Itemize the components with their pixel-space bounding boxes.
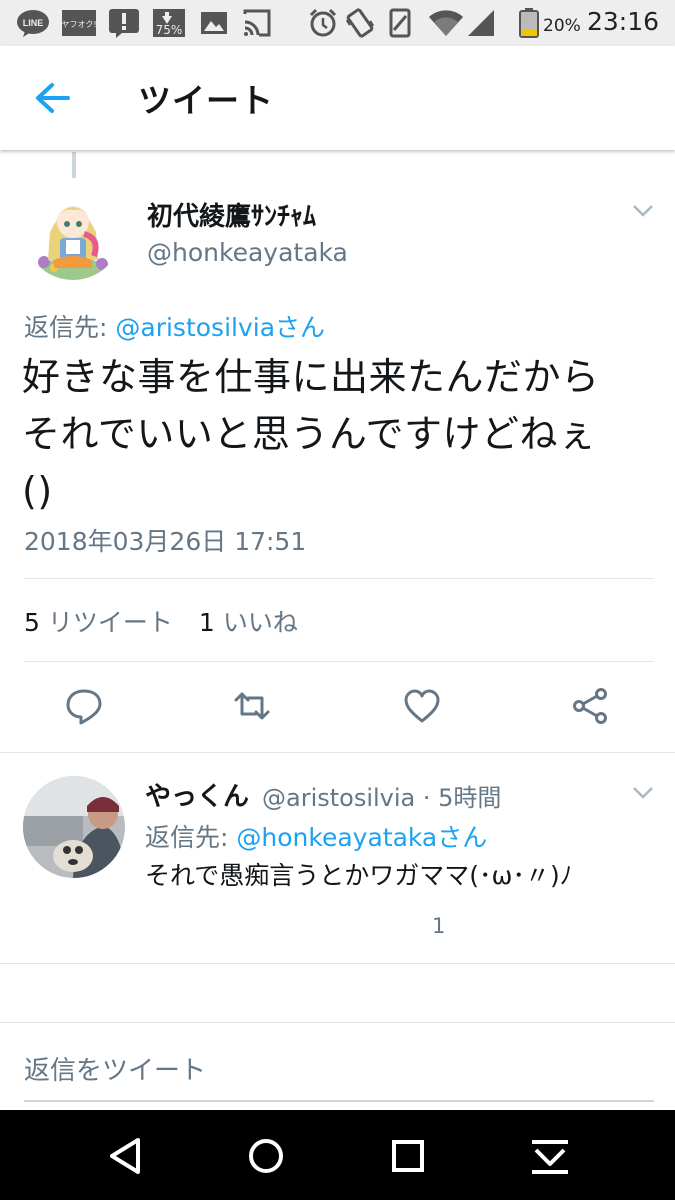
reply-like-count[interactable]: 1 — [432, 914, 445, 938]
tweet-timestamp: 2018年03月26日 17:51 — [24, 527, 307, 556]
battery-percent: 20% — [543, 16, 581, 36]
reply-icon[interactable] — [64, 686, 104, 726]
divider — [0, 1022, 675, 1023]
reply-to: 返信先: @honkeayatakaさん — [145, 818, 487, 854]
tweet-stats: 5 リツイート 1 いいね — [24, 603, 298, 639]
retweet-icon[interactable] — [232, 686, 272, 726]
storage-icon: 75% — [153, 9, 185, 37]
avatar[interactable] — [24, 182, 122, 280]
retweets-label: リツイート — [47, 608, 173, 637]
retweets-stat[interactable]: 5 リツイート — [24, 608, 173, 637]
back-arrow-icon[interactable] — [28, 76, 76, 120]
hide-keyboard-icon[interactable] — [526, 1132, 574, 1180]
tweet-text-line: それでいいと思うんですけどねぇ — [22, 412, 597, 456]
alarm-icon — [309, 8, 337, 37]
wifi-icon — [429, 10, 463, 36]
chevron-down-icon[interactable] — [629, 782, 657, 802]
reply-to-mention[interactable]: @honkeayatakaさん — [236, 823, 487, 852]
vibrate-icon — [345, 8, 375, 38]
home-circle-icon[interactable] — [242, 1132, 290, 1180]
rotate-icon — [389, 8, 411, 38]
likes-label: いいね — [222, 608, 298, 637]
yahuoku-icon: ヤフオク! — [62, 10, 96, 36]
svg-text:75%: 75% — [156, 23, 183, 37]
divider — [0, 752, 675, 753]
page-title: ツイート — [138, 81, 274, 120]
back-triangle-icon[interactable] — [102, 1132, 150, 1180]
reply-text: それで愚痴言うとかワガママ(･ω･〃)ﾉ — [145, 861, 573, 890]
svg-text:LINE: LINE — [23, 18, 44, 28]
divider — [24, 661, 654, 662]
share-icon[interactable] — [571, 686, 611, 726]
author-handle[interactable]: @honkeayataka — [147, 238, 348, 267]
svg-text:ヤフオク!: ヤフオク! — [62, 20, 96, 29]
like-heart-icon[interactable] — [402, 686, 442, 726]
line-icon: LINE — [17, 10, 49, 37]
reply-to-prefix: 返信先: — [145, 823, 237, 852]
retweets-count: 5 — [24, 608, 40, 637]
reply-to-mention[interactable]: @aristosilviaさん — [115, 313, 325, 342]
tweet-text-line: () — [22, 469, 53, 513]
signal-icon — [468, 10, 494, 36]
status-bar: LINE ヤフオク! 75% 20% 23:16 — [0, 0, 675, 46]
divider — [0, 963, 675, 964]
avatar[interactable] — [23, 776, 125, 878]
reply-to-prefix: 返信先: — [24, 313, 116, 342]
reply-to: 返信先: @aristosilviaさん — [24, 308, 325, 344]
likes-stat[interactable]: 1 いいね — [199, 608, 298, 637]
chevron-down-icon[interactable] — [629, 200, 657, 220]
battery-icon — [519, 8, 539, 38]
recents-square-icon[interactable] — [384, 1132, 432, 1180]
tweet-text: 好きな事を仕事に出来たんだから それでいいと思うんですけどねぇ () — [22, 349, 662, 520]
image-icon — [201, 12, 227, 34]
cast-icon — [243, 9, 271, 37]
app-bar: ツイート — [0, 46, 675, 150]
reply-compose-input[interactable]: 返信をツイート — [24, 1050, 206, 1087]
navigation-bar — [0, 1110, 675, 1200]
likes-count: 1 — [198, 608, 215, 637]
reply-author-name[interactable]: やっくん — [145, 776, 249, 813]
divider — [24, 1100, 654, 1102]
status-time: 23:16 — [586, 7, 659, 36]
divider — [24, 578, 654, 579]
tweet-text-line: 好きな事を仕事に出来たんだから — [22, 355, 600, 399]
reply-meta: @aristosilvia · 5時間 — [262, 784, 502, 812]
alert-icon — [109, 9, 139, 38]
author-name[interactable]: 初代綾鷹ｻﾝﾁｬﾑ — [147, 196, 316, 233]
thread-line — [72, 152, 76, 178]
